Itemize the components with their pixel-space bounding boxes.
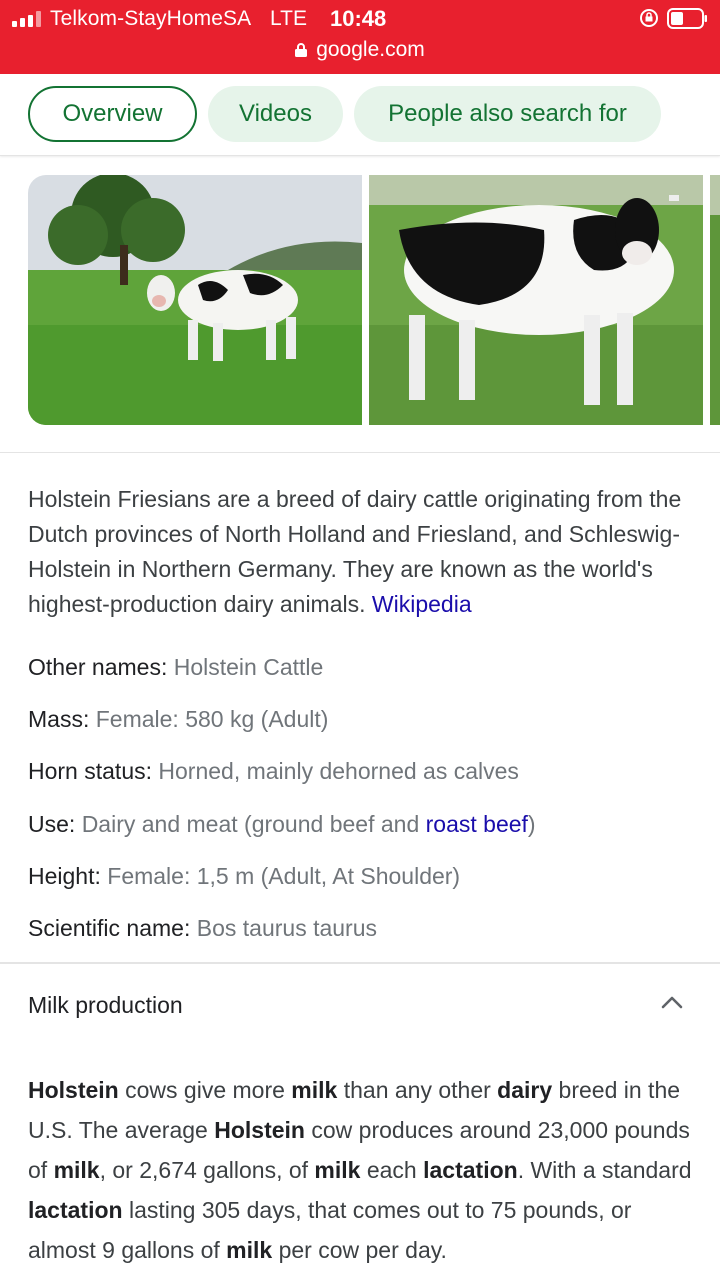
- battery-icon: [667, 8, 707, 29]
- answer-text: . With a standard: [517, 1157, 692, 1183]
- fact-scientific-name: Scientific name: Bos taurus taurus: [28, 909, 708, 961]
- tab-people-also-search-for[interactable]: People also search for: [354, 86, 661, 142]
- highlight-term: milk: [226, 1237, 273, 1263]
- tab-videos[interactable]: Videos: [208, 86, 343, 142]
- cow-image-1[interactable]: [28, 175, 362, 425]
- facts-list: Other names: Holstein Cattle Mass: Femal…: [28, 648, 708, 961]
- browser-top-bar: Telkom-StayHomeSA LTE 10:48 google.com: [0, 0, 720, 74]
- highlight-term: lactation: [28, 1197, 123, 1223]
- tab-overview[interactable]: Overview: [28, 86, 197, 142]
- rotation-lock-icon: [640, 9, 658, 27]
- fact-use: Use: Dairy and meat (ground beef and roa…: [28, 805, 708, 857]
- description-text: Holstein Friesians are a breed of dairy …: [28, 486, 682, 617]
- highlight-term: milk: [314, 1157, 361, 1183]
- roast-beef-link[interactable]: roast beef: [426, 811, 528, 837]
- fact-height: Height: Female: 1,5 m (Adult, At Shoulde…: [28, 857, 708, 909]
- fact-value[interactable]: Bos taurus taurus: [197, 915, 377, 941]
- network-type: LTE: [270, 7, 307, 30]
- answer-text: , or 2,674 gallons, of: [99, 1157, 315, 1183]
- fact-value: Female: 580 kg (Adult): [95, 706, 329, 733]
- fact-label: Mass:: [28, 706, 90, 733]
- status-bar: Telkom-StayHomeSA LTE 10:48: [0, 0, 720, 36]
- answer-text: cows give more: [118, 1077, 292, 1103]
- milk-production-accordion[interactable]: Milk production: [0, 964, 720, 1050]
- fact-other-names: Other names: Holstein Cattle: [28, 648, 708, 700]
- highlight-term: lactation: [423, 1157, 518, 1183]
- clock: 10:48: [330, 6, 387, 31]
- image-carousel: [0, 157, 720, 453]
- entity-description: Holstein Friesians are a breed of dairy …: [28, 482, 692, 622]
- address-bar[interactable]: google.com: [0, 38, 720, 62]
- carrier-name: Telkom-StayHomeSA: [50, 7, 252, 30]
- fact-mass: Mass: Female: 580 kg (Adult): [28, 700, 708, 752]
- answer-text: each: [360, 1157, 424, 1183]
- knowledge-panel-tabs: Overview Videos People also search for: [0, 74, 720, 156]
- fact-value[interactable]: Holstein Cattle: [174, 654, 324, 680]
- accordion-title: Milk production: [28, 992, 183, 1018]
- lock-icon: [295, 43, 308, 57]
- wikipedia-link[interactable]: Wikipedia: [372, 591, 472, 617]
- highlight-term: milk: [291, 1077, 338, 1103]
- highlight-term: dairy: [497, 1077, 553, 1103]
- fact-value: Dairy and meat (ground beef and: [81, 810, 420, 837]
- milk-production-answer: Holstein cows give more milk than any ot…: [28, 1070, 698, 1270]
- url-text: google.com: [316, 38, 425, 61]
- fact-horn-status: Horn status: Horned, mainly dehorned as …: [28, 752, 708, 804]
- cow-image-2[interactable]: [369, 175, 703, 425]
- fact-label: Other names:: [28, 654, 168, 680]
- answer-text: per cow per day.: [272, 1237, 447, 1263]
- chevron-up-icon[interactable]: [660, 994, 684, 1010]
- fact-label: Height:: [28, 862, 101, 889]
- fact-value: Horned, mainly dehorned as calves: [158, 758, 519, 785]
- fact-label: Scientific name:: [28, 914, 191, 941]
- highlight-term: Holstein: [214, 1117, 305, 1143]
- highlight-term: milk: [53, 1157, 100, 1183]
- fact-value: Female: 1,5 m (Adult, At Shoulder): [107, 862, 461, 889]
- cow-image-3-partial[interactable]: [710, 175, 720, 425]
- signal-icon: [12, 11, 42, 27]
- answer-text: than any other: [337, 1077, 498, 1103]
- fact-label: Use:: [28, 810, 76, 837]
- fact-label: Horn status:: [28, 758, 152, 785]
- fact-value-suffix: ): [527, 810, 536, 837]
- highlight-term: Holstein: [28, 1077, 119, 1103]
